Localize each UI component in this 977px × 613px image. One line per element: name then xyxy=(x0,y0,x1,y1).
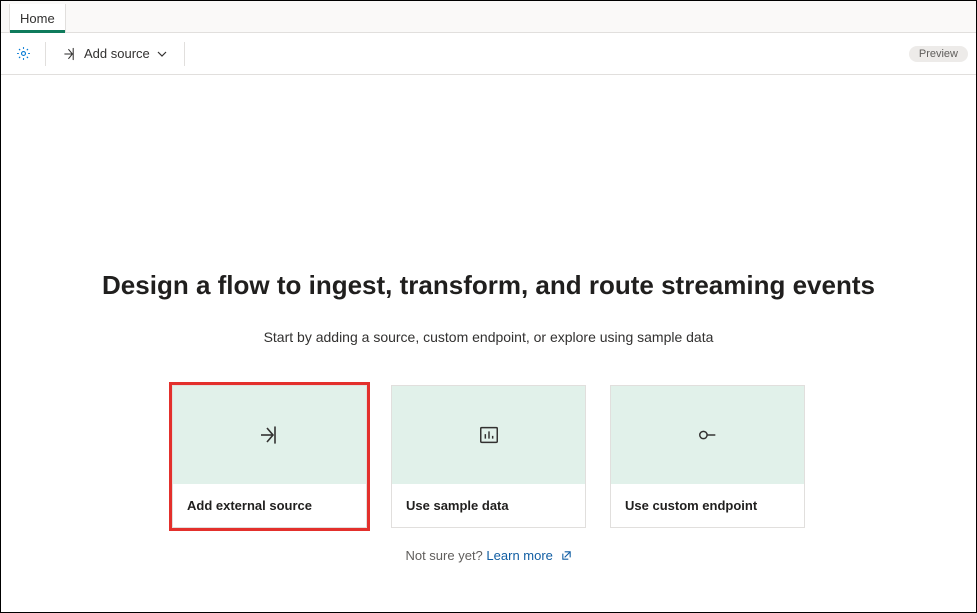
card-icon-area xyxy=(611,386,804,484)
main-content: Design a flow to ingest, transform, and … xyxy=(1,75,976,563)
cards-row: Add external source Use sample data Use … xyxy=(1,385,976,528)
preview-badge: Preview xyxy=(909,46,968,62)
external-link-icon xyxy=(561,550,572,561)
card-label: Add external source xyxy=(173,484,366,527)
learn-more-link[interactable]: Learn more xyxy=(486,548,571,563)
card-use-sample-data[interactable]: Use sample data xyxy=(391,385,586,528)
card-label: Use sample data xyxy=(392,484,585,527)
add-source-label: Add source xyxy=(84,46,150,61)
custom-endpoint-icon xyxy=(697,424,719,446)
card-icon-area xyxy=(392,386,585,484)
toolbar: Add source Preview xyxy=(1,33,976,75)
toolbar-divider xyxy=(45,42,46,66)
toolbar-divider-2 xyxy=(184,42,185,66)
tab-home-label: Home xyxy=(20,11,55,26)
add-source-button[interactable]: Add source xyxy=(54,38,176,70)
preview-badge-label: Preview xyxy=(919,48,958,60)
tab-bar: Home xyxy=(1,1,976,33)
card-label: Use custom endpoint xyxy=(611,484,804,527)
page-subtitle: Start by adding a source, custom endpoin… xyxy=(1,329,976,345)
page-title: Design a flow to ingest, transform, and … xyxy=(1,270,976,301)
not-sure-text: Not sure yet? xyxy=(405,548,482,563)
sample-data-icon xyxy=(478,424,500,446)
learn-more-label: Learn more xyxy=(486,548,552,563)
external-source-icon xyxy=(258,423,282,447)
tab-home[interactable]: Home xyxy=(9,4,66,32)
card-icon-area xyxy=(173,386,366,484)
card-use-custom-endpoint[interactable]: Use custom endpoint xyxy=(610,385,805,528)
card-add-external-source[interactable]: Add external source xyxy=(172,385,367,528)
gear-icon xyxy=(15,45,32,62)
add-source-icon xyxy=(62,46,78,62)
footer-help: Not sure yet? Learn more xyxy=(1,548,976,563)
chevron-down-icon xyxy=(156,48,168,60)
settings-button[interactable] xyxy=(9,40,37,68)
